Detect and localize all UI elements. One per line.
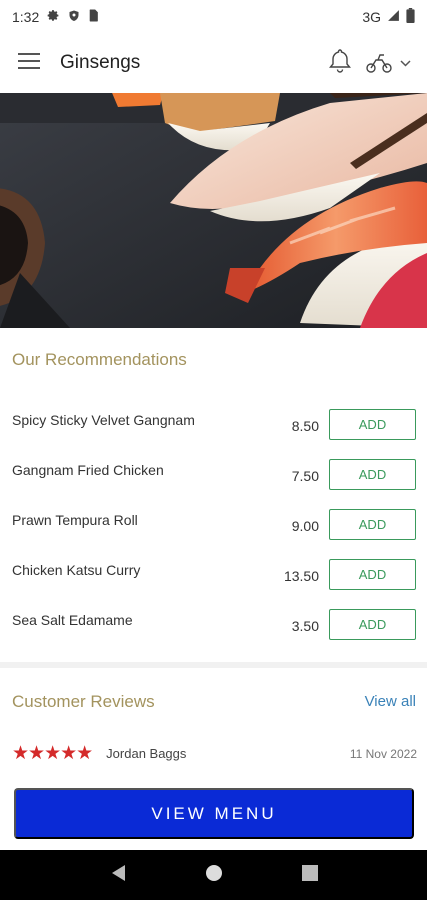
recents-icon[interactable] (301, 864, 318, 886)
item-price: 3.50 (291, 618, 319, 634)
item-price: 7.50 (291, 468, 319, 484)
list-item: Spicy Sticky Velvet Gangnam 8.50 ADD (0, 408, 427, 458)
back-icon[interactable] (110, 864, 126, 887)
list-item: Gangnam Fried Chicken 7.50 ADD (0, 458, 427, 508)
item-name: Spicy Sticky Velvet Gangnam (12, 412, 195, 428)
view-menu-button[interactable]: VIEW MENU (14, 788, 414, 839)
item-name: Prawn Tempura Roll (12, 512, 138, 528)
bell-icon[interactable] (328, 48, 352, 79)
network-label: 3G (362, 9, 381, 25)
item-price: 8.50 (291, 418, 319, 434)
item-price: 13.50 (283, 568, 319, 584)
item-name: Chicken Katsu Curry (12, 562, 141, 578)
home-icon[interactable] (205, 864, 223, 887)
status-time: 1:32 (12, 9, 40, 25)
reviews-title: Customer Reviews (12, 692, 155, 711)
chevron-down-icon[interactable] (400, 54, 411, 72)
add-button[interactable]: ADD (329, 409, 416, 440)
recommendations-section: Our Recommendations Spicy Sticky Velvet … (0, 328, 427, 662)
page-title: Ginsengs (60, 52, 141, 73)
star-rating: ★★★★★ (12, 743, 93, 764)
list-item: Chicken Katsu Curry 13.50 ADD (0, 558, 427, 608)
list-item: Prawn Tempura Roll 9.00 ADD (0, 508, 427, 558)
view-all-link[interactable]: View all (365, 693, 416, 710)
review-item[interactable]: ★★★★★ Jordan Baggs 11 Nov 2022 (12, 742, 417, 765)
hero-image (0, 93, 427, 328)
settings-icon (47, 9, 60, 25)
reviews-section: Customer Reviews View all ★★★★★ Jordan B… (0, 668, 427, 788)
item-name: Sea Salt Edamame (12, 612, 133, 628)
shield-icon (68, 9, 80, 25)
add-button[interactable]: ADD (329, 509, 416, 540)
signal-icon (387, 9, 400, 25)
add-button[interactable]: ADD (329, 459, 416, 490)
list-item: Sea Salt Edamame 3.50 ADD (0, 608, 427, 658)
recommendations-title: Our Recommendations (12, 350, 187, 369)
system-nav-bar (0, 850, 427, 900)
sim-icon (88, 9, 99, 25)
battery-icon (406, 8, 415, 26)
add-button[interactable]: ADD (329, 559, 416, 590)
review-date: 11 Nov 2022 (349, 746, 417, 761)
reviewer-name: Jordan Baggs (106, 746, 187, 761)
menu-icon[interactable] (18, 52, 40, 74)
item-name: Gangnam Fried Chicken (12, 462, 164, 478)
scooter-icon[interactable] (366, 53, 411, 73)
add-button[interactable]: ADD (329, 609, 416, 640)
recommendations-list: Spicy Sticky Velvet Gangnam 8.50 ADD Gan… (0, 408, 427, 658)
item-price: 9.00 (291, 518, 319, 534)
status-bar: 1:32 3G (0, 0, 427, 34)
app-bar: Ginsengs (0, 34, 427, 92)
